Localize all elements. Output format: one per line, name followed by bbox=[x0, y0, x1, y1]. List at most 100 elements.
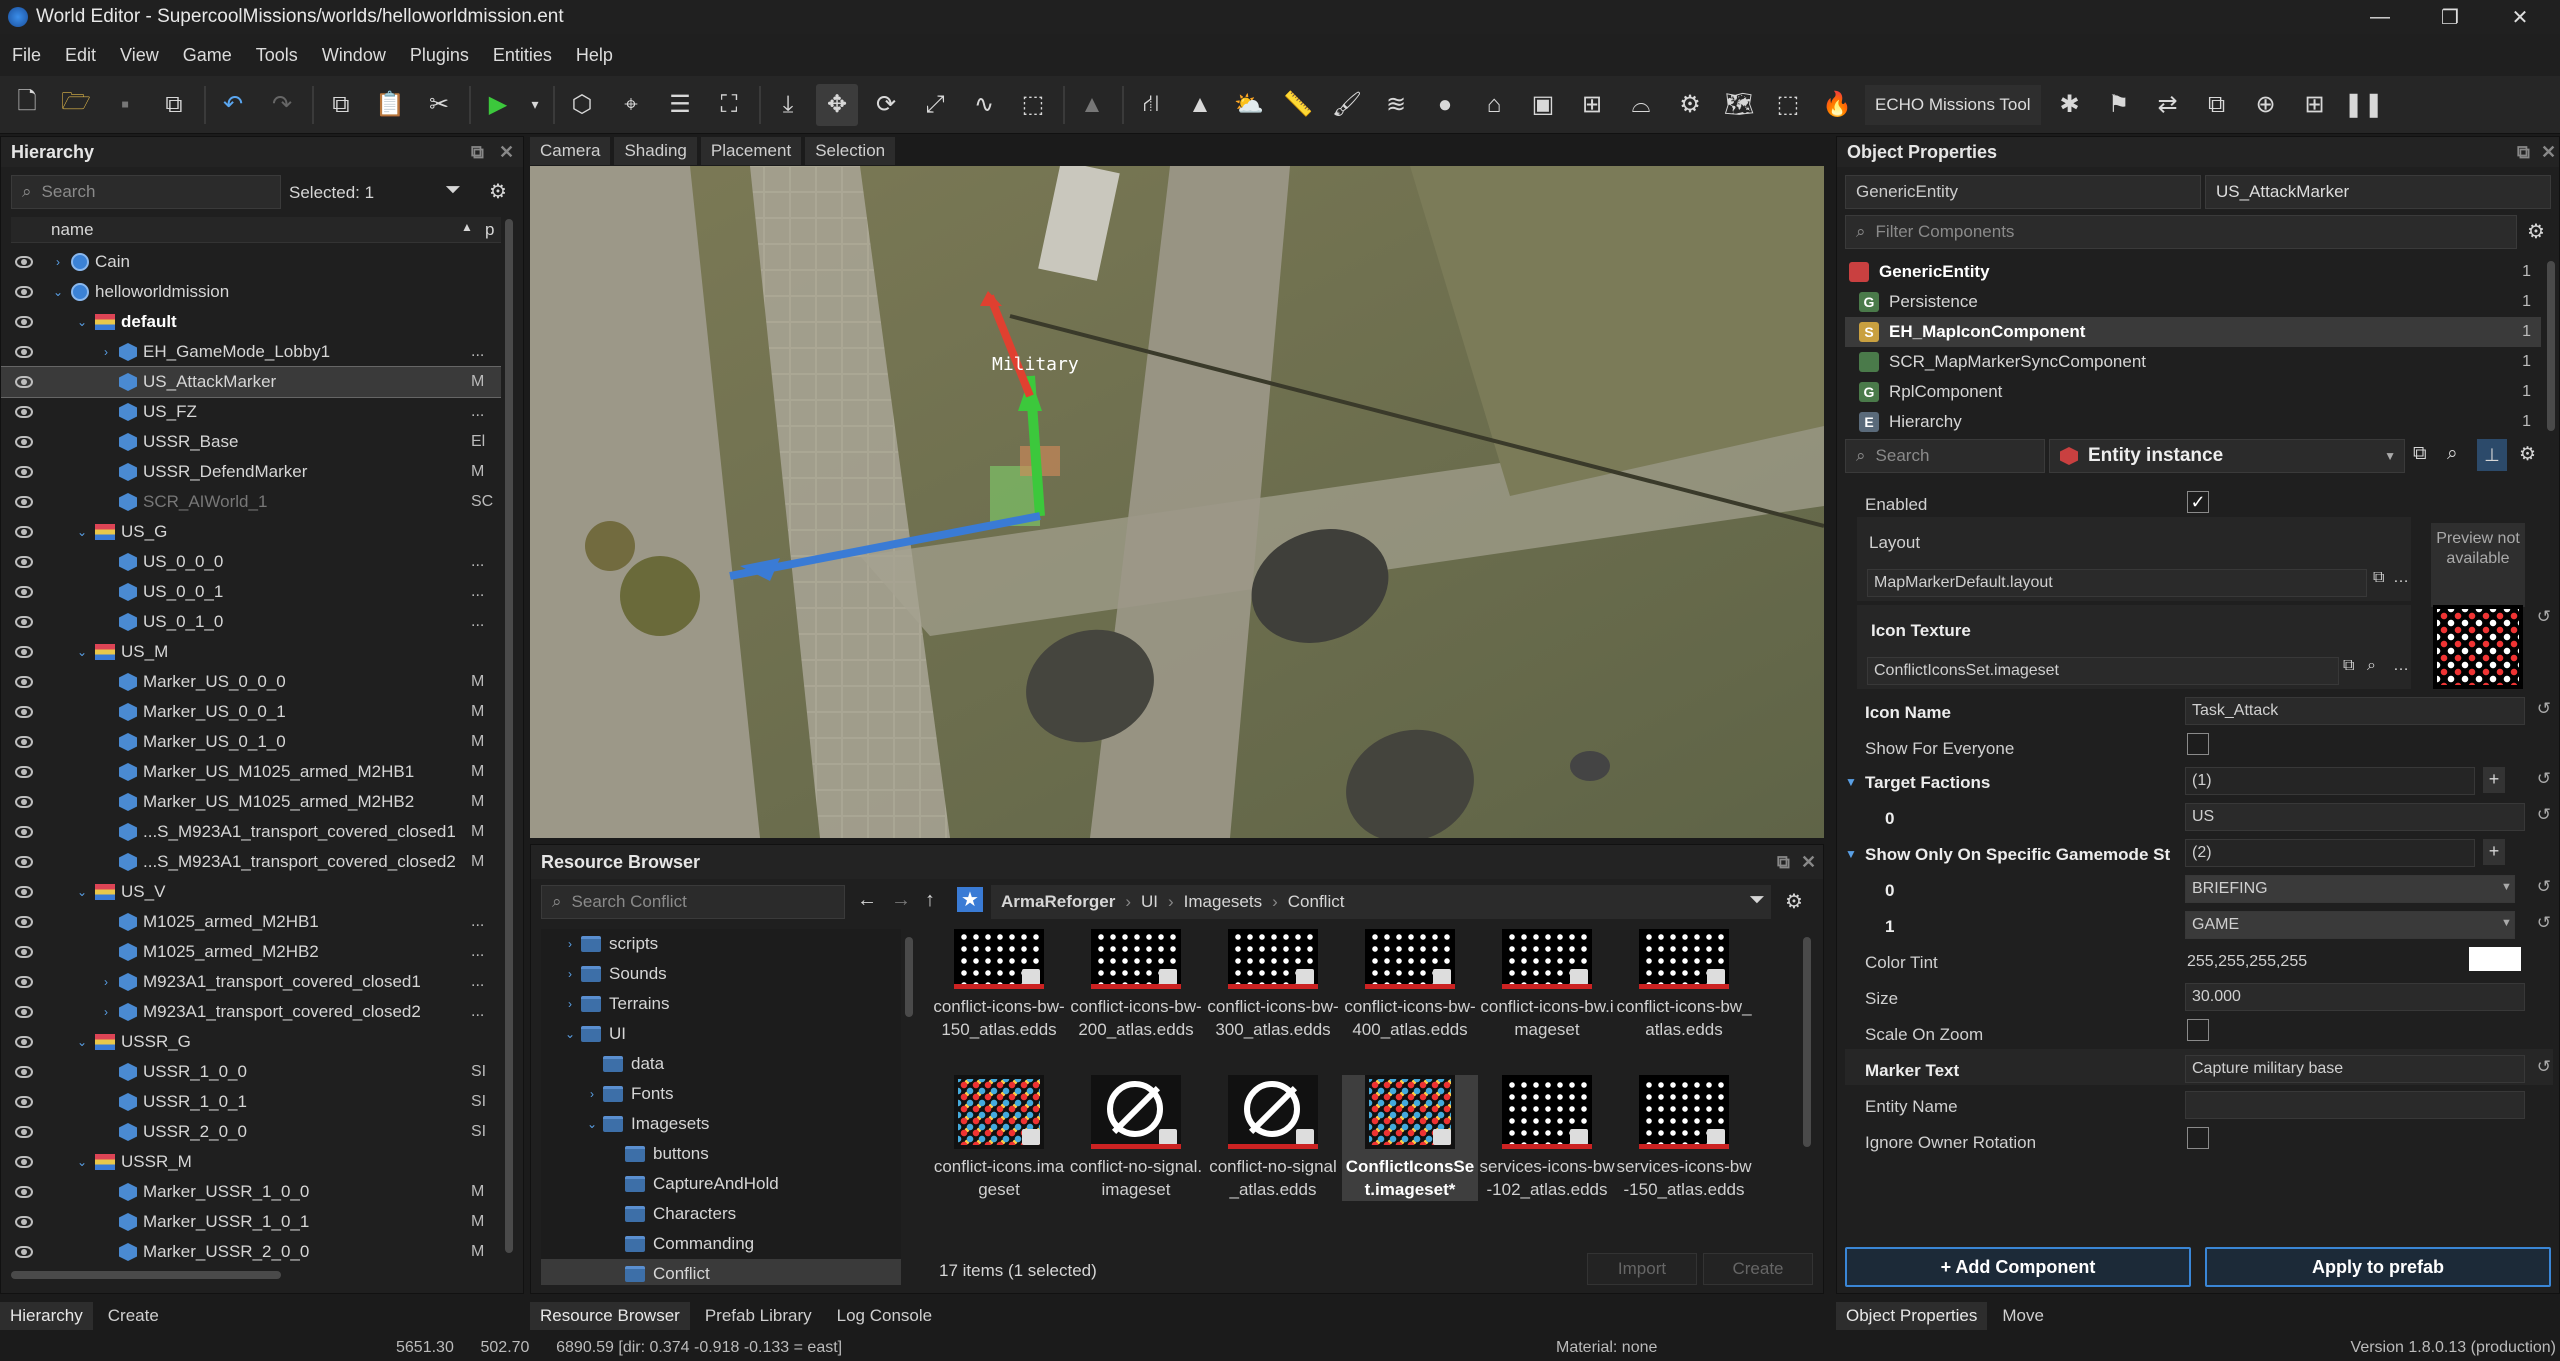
asset-tile[interactable]: ConflictIconsSet.imageset* bbox=[1342, 1075, 1478, 1201]
more-icon[interactable]: … bbox=[2393, 657, 2409, 675]
visibility-eye-icon[interactable] bbox=[15, 406, 33, 418]
hierarchy-row[interactable]: ⌄ helloworldmission bbox=[1, 277, 501, 307]
hierarchy-row[interactable]: ⌄ US_G bbox=[1, 517, 501, 547]
hierarchy-row[interactable]: USSR_Base El bbox=[1, 427, 501, 457]
crosshair-icon[interactable]: ⌖ bbox=[610, 84, 652, 126]
rotate-tool-icon[interactable]: ⟳ bbox=[865, 84, 907, 126]
road-icon[interactable]: ⛙ bbox=[1130, 84, 1172, 126]
faction-field[interactable]: US bbox=[2185, 803, 2525, 831]
asset-tile[interactable]: conflict-icons-bw-300_atlas.edds bbox=[1205, 929, 1341, 1041]
hierarchy-row[interactable]: US_0_0_0... bbox=[1, 547, 501, 577]
visibility-eye-icon[interactable] bbox=[15, 826, 33, 838]
hierarchy-row[interactable]: ⌄ USSR_G bbox=[1, 1027, 501, 1057]
folder-tree-item[interactable]: › Sounds bbox=[541, 959, 901, 989]
undock-icon[interactable]: ⧉ bbox=[2517, 142, 2530, 163]
visibility-eye-icon[interactable] bbox=[15, 1186, 33, 1198]
menu-plugins[interactable]: Plugins bbox=[398, 45, 481, 66]
select-box-icon[interactable]: ⬚ bbox=[1012, 84, 1054, 126]
scale-tool-icon[interactable]: ⤢ bbox=[914, 84, 956, 126]
expand-icon[interactable]: ⌄ bbox=[75, 1035, 89, 1049]
weather-icon[interactable]: ⛅ bbox=[1228, 84, 1270, 126]
visibility-eye-icon[interactable] bbox=[15, 526, 33, 538]
breadcrumb-ui[interactable]: UI bbox=[1131, 892, 1168, 912]
entity-name-prop-field[interactable] bbox=[2185, 1091, 2525, 1119]
expand-icon[interactable]: › bbox=[99, 975, 113, 989]
tab-prefab-library[interactable]: Prefab Library bbox=[695, 1302, 822, 1330]
expand-icon[interactable]: › bbox=[563, 967, 577, 981]
hierarchy-row[interactable]: ⌄ US_M bbox=[1, 637, 501, 667]
reset-icon[interactable]: ↺ bbox=[2537, 877, 2551, 897]
hierarchy-row[interactable]: Marker_US_M1025_armed_M2HB1 M bbox=[1, 757, 501, 787]
hierarchy-row[interactable]: Marker_USSR_2_0_0 M bbox=[1, 1237, 501, 1267]
visibility-eye-icon[interactable] bbox=[15, 1096, 33, 1108]
settings-icon[interactable]: ⚙ bbox=[1669, 84, 1711, 126]
breadcrumb-armareforger[interactable]: ArmaReforger bbox=[991, 892, 1125, 912]
size-field[interactable]: 30.000 bbox=[2185, 983, 2525, 1011]
tab-placement[interactable]: Placement bbox=[700, 137, 802, 165]
hierarchy-row[interactable]: SCR_AIWorld_1 SC bbox=[1, 487, 501, 517]
stack-icon[interactable]: ⧉ bbox=[2196, 84, 2238, 126]
search-icon[interactable]: ⌕ bbox=[2447, 443, 2458, 465]
undock-icon[interactable]: ⧉ bbox=[471, 142, 484, 163]
play-icon[interactable]: ▶ bbox=[477, 84, 519, 126]
tab-hierarchy[interactable]: Hierarchy bbox=[0, 1302, 93, 1330]
hierarchy-row[interactable]: US_0_1_0... bbox=[1, 607, 501, 637]
sphere-icon[interactable]: ● bbox=[1424, 84, 1466, 126]
visibility-eye-icon[interactable] bbox=[15, 1036, 33, 1048]
asset-tile[interactable]: conflict-icons-bw-400_atlas.edds bbox=[1342, 929, 1478, 1041]
gear-icon[interactable]: ⚙ bbox=[489, 179, 507, 204]
reset-icon[interactable]: ↺ bbox=[2537, 805, 2551, 825]
visibility-eye-icon[interactable] bbox=[15, 586, 33, 598]
component-row[interactable]: E Hierarchy 1 bbox=[1845, 407, 2541, 437]
menu-help[interactable]: Help bbox=[564, 45, 625, 66]
expand-icon[interactable]: › bbox=[585, 1087, 599, 1101]
hierarchy-row[interactable]: Marker_USSR_1_0_0 M bbox=[1, 1177, 501, 1207]
hierarchy-row[interactable]: Marker_USSR_1_0_1 M bbox=[1, 1207, 501, 1237]
visibility-eye-icon[interactable] bbox=[15, 1126, 33, 1138]
hierarchy-row[interactable]: USSR_DefendMarker M bbox=[1, 457, 501, 487]
folder-tree-item[interactable]: › scripts bbox=[541, 929, 901, 959]
open-folder-icon[interactable]: 🗁 bbox=[55, 84, 97, 126]
expand-icon[interactable]: ⌄ bbox=[75, 885, 89, 899]
back-icon[interactable]: ← bbox=[857, 889, 877, 912]
tab-create[interactable]: Create bbox=[98, 1302, 169, 1330]
show-for-everyone-checkbox[interactable] bbox=[2187, 733, 2209, 755]
hierarchy-row[interactable]: Marker_US_0_0_0 M bbox=[1, 667, 501, 697]
visibility-eye-icon[interactable] bbox=[15, 256, 33, 268]
enabled-checkbox[interactable]: ✓ bbox=[2187, 491, 2209, 513]
visibility-eye-icon[interactable] bbox=[15, 646, 33, 658]
menu-tools[interactable]: Tools bbox=[244, 45, 310, 66]
hierarchy-row[interactable]: ...S_M923A1_transport_covered_closed1 M bbox=[1, 817, 501, 847]
visibility-eye-icon[interactable] bbox=[15, 736, 33, 748]
asset-tile[interactable]: services-icons-bw-102_atlas.edds bbox=[1479, 1075, 1615, 1201]
hierarchy-row[interactable]: ⌄ USSR_M bbox=[1, 1147, 501, 1177]
asset-tile[interactable]: conflict-icons-bw-200_atlas.edds bbox=[1068, 929, 1204, 1041]
menu-view[interactable]: View bbox=[108, 45, 171, 66]
folder-tree-item[interactable]: buttons bbox=[541, 1139, 901, 1169]
folder-tree-item[interactable]: CaptureAndHold bbox=[541, 1169, 901, 1199]
reset-icon[interactable]: ↺ bbox=[2537, 607, 2551, 627]
hierarchy-row[interactable]: ...S_M923A1_transport_covered_closed2 M bbox=[1, 847, 501, 877]
hierarchy-row[interactable]: › M923A1_transport_covered_closed2... bbox=[1, 997, 501, 1027]
folder-tree-item[interactable]: Commanding bbox=[541, 1229, 901, 1259]
asset-tile[interactable]: conflict-icons-bw.imageset bbox=[1479, 929, 1615, 1041]
gear-icon[interactable]: ⚙ bbox=[2527, 219, 2545, 244]
tab-move[interactable]: Move bbox=[1992, 1302, 2054, 1330]
visibility-eye-icon[interactable] bbox=[15, 916, 33, 928]
layers-icon[interactable]: ☰ bbox=[659, 84, 701, 126]
paste-icon[interactable]: 📋 bbox=[369, 84, 411, 126]
swap-icon[interactable]: ⇄ bbox=[2147, 84, 2189, 126]
cut-icon[interactable]: ✂ bbox=[418, 84, 460, 126]
gamemode-select-0[interactable]: BRIEFING bbox=[2185, 875, 2515, 903]
hat-icon[interactable]: ⌓ bbox=[1620, 84, 1662, 126]
asset-tile[interactable]: conflict-no-signal.imageset bbox=[1068, 1075, 1204, 1201]
hierarchy-row[interactable]: ⌄ US_V bbox=[1, 877, 501, 907]
expand-icon[interactable]: ⌄ bbox=[75, 315, 89, 329]
folder-tree-item[interactable]: ⌄ Imagesets bbox=[541, 1109, 901, 1139]
asset-tile[interactable]: conflict-icons-bw-150_atlas.edds bbox=[931, 929, 1067, 1041]
open-external-icon[interactable]: ⧉ bbox=[2343, 657, 2354, 675]
gear-icon[interactable]: ⚙ bbox=[2519, 443, 2536, 466]
expand-icon[interactable]: ⌄ bbox=[563, 1027, 577, 1041]
add-item-icon[interactable]: + bbox=[2483, 839, 2505, 865]
asset-tile[interactable]: services-icons-bw-150_atlas.edds bbox=[1616, 1075, 1752, 1201]
